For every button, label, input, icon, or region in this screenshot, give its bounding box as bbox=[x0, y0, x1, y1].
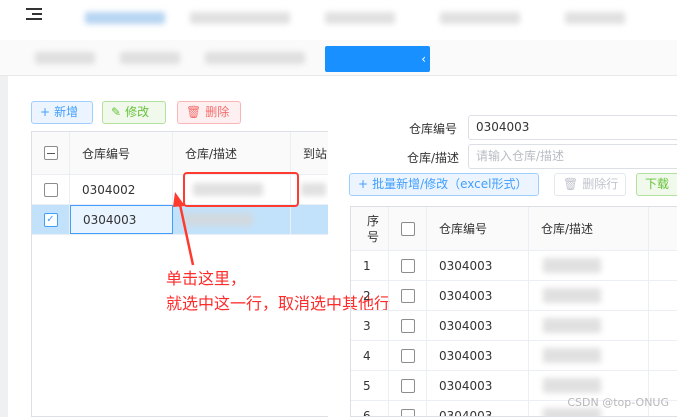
edit-button-label: 修改 bbox=[125, 105, 150, 119]
blurred-nav-item[interactable] bbox=[85, 12, 165, 24]
tab-close-icon[interactable]: ‹ bbox=[421, 51, 426, 67]
row-checkbox[interactable] bbox=[400, 288, 415, 303]
warehouse-code-cell[interactable]: 0304003 bbox=[427, 371, 529, 400]
top-navbar bbox=[0, 0, 677, 40]
row-checkbox[interactable] bbox=[400, 318, 415, 333]
column-header[interactable]: 仓库编号 bbox=[70, 132, 173, 174]
menu-toggle-icon[interactable] bbox=[26, 8, 42, 22]
table-header: 仓库编号 仓库/描述 到站 bbox=[32, 132, 328, 175]
row-index: 1 bbox=[351, 251, 389, 280]
warehouse-code-field[interactable]: 0304003 bbox=[468, 115, 677, 140]
row-checkbox[interactable] bbox=[400, 408, 415, 416]
delete-button-label: 删除 bbox=[205, 105, 230, 119]
row-checkbox-checked[interactable]: ✓ bbox=[43, 212, 58, 227]
add-button-label: 新增 bbox=[54, 105, 79, 119]
trash-icon: 🗑 bbox=[563, 177, 579, 191]
row-index: 2 bbox=[351, 281, 389, 310]
row-checkbox[interactable] bbox=[400, 378, 415, 393]
warehouse-code-cell[interactable]: 0304003 bbox=[427, 281, 529, 310]
blurred-nav-item[interactable] bbox=[440, 12, 520, 24]
column-header[interactable]: 到站 bbox=[291, 132, 328, 174]
table-header: 序号 仓库编号 仓库/描述 bbox=[351, 207, 677, 251]
delete-row-label: 删除行 bbox=[582, 177, 619, 191]
warehouse-desc-cell[interactable] bbox=[529, 251, 649, 280]
annotation-arrow-icon bbox=[173, 192, 195, 266]
row-index: 3 bbox=[351, 311, 389, 340]
column-header[interactable]: 仓库编号 bbox=[427, 207, 529, 250]
trash-icon: 🗑 bbox=[186, 105, 202, 119]
batch-edit-button[interactable]: + 批量新增/修改（excel形式） bbox=[349, 173, 539, 196]
table-row[interactable]: 1 0304003 bbox=[351, 251, 677, 281]
active-tab[interactable]: ‹ bbox=[325, 46, 430, 72]
add-button[interactable]: + 新增 bbox=[31, 101, 93, 124]
edit-icon: ✎ bbox=[111, 105, 122, 119]
row-index: 6 bbox=[351, 401, 389, 416]
warehouse-code-cell[interactable]: 0304003 bbox=[427, 311, 529, 340]
select-all-checkbox[interactable] bbox=[400, 221, 415, 236]
row-checkbox[interactable] bbox=[400, 258, 415, 273]
table-row[interactable]: 2 0304003 bbox=[351, 281, 677, 311]
station-cell[interactable] bbox=[291, 205, 328, 234]
plus-icon: + bbox=[40, 105, 51, 119]
table-row[interactable]: 3 0304003 bbox=[351, 311, 677, 341]
blurred-tab[interactable] bbox=[35, 52, 95, 64]
row-checkbox[interactable] bbox=[400, 348, 415, 363]
blurred-nav-item[interactable] bbox=[190, 12, 290, 24]
warehouse-code-cell[interactable]: 0304003 bbox=[427, 251, 529, 280]
row-checkbox[interactable] bbox=[43, 182, 58, 197]
warehouse-desc-field[interactable]: 请输入仓库/描述 bbox=[468, 144, 677, 169]
blurred-tab[interactable] bbox=[120, 52, 180, 64]
column-header[interactable]: 序号 bbox=[351, 207, 389, 250]
warehouse-code-cell[interactable]: 0304003 bbox=[427, 341, 529, 370]
detail-table: 序号 仓库编号 仓库/描述 1 0304003 2 0304003 3 0304003 4 0… bbox=[350, 206, 677, 417]
watermark: CSDN @top-ONUG bbox=[567, 396, 669, 409]
blurred-nav-item[interactable] bbox=[325, 12, 395, 24]
warehouse-code-cell[interactable]: 0304003 bbox=[427, 401, 529, 416]
blurred-tab[interactable] bbox=[205, 52, 305, 64]
download-label: 下载 bbox=[645, 177, 670, 191]
table-row[interactable]: 4 0304003 bbox=[351, 341, 677, 371]
warehouse-code-label: 仓库编号 bbox=[409, 122, 458, 136]
warehouse-code-cell[interactable]: 0304003 bbox=[70, 205, 173, 234]
blurred-nav-item[interactable] bbox=[565, 12, 625, 24]
download-button[interactable]: 下载 bbox=[636, 173, 677, 196]
select-all-checkbox[interactable] bbox=[43, 146, 58, 160]
warehouse-desc-cell[interactable] bbox=[529, 281, 649, 310]
sidebar-edge bbox=[0, 76, 8, 417]
delete-row-button[interactable]: 🗑 删除行 bbox=[554, 173, 626, 196]
warehouse-code-cell[interactable]: 0304002 bbox=[70, 175, 173, 204]
warehouse-desc-cell[interactable] bbox=[529, 311, 649, 340]
warehouse-desc-cell[interactable] bbox=[529, 341, 649, 370]
delete-button[interactable]: 🗑 删除 bbox=[177, 101, 241, 124]
row-index: 4 bbox=[351, 341, 389, 370]
edit-button[interactable]: ✎ 修改 bbox=[102, 101, 166, 124]
tab-bar: ‹ bbox=[0, 40, 677, 76]
row-index: 5 bbox=[351, 371, 389, 400]
column-header[interactable]: 仓库/描述 bbox=[173, 132, 291, 174]
plus-icon: + bbox=[358, 177, 369, 191]
batch-edit-label: 批量新增/修改（excel形式） bbox=[372, 177, 528, 191]
warehouse-desc-label: 仓库/描述 bbox=[407, 151, 460, 165]
column-header[interactable]: 仓库/描述 bbox=[529, 207, 649, 250]
